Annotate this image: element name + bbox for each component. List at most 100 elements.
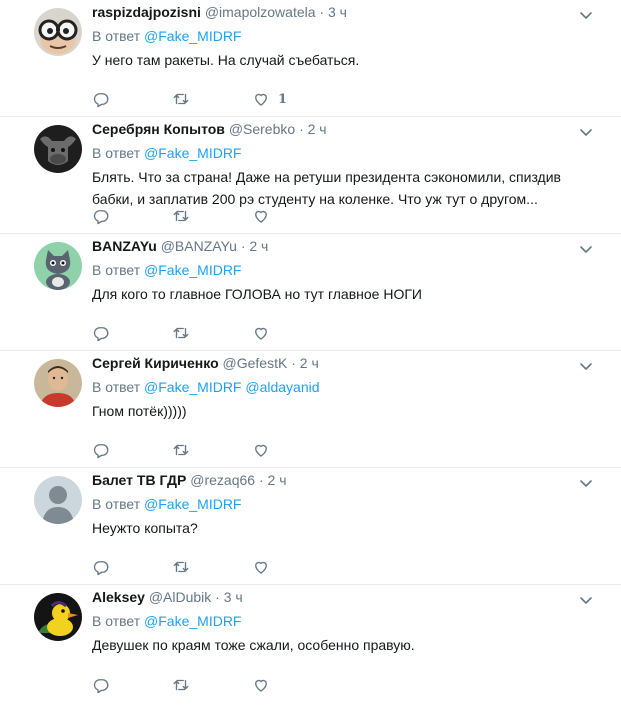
timestamp[interactable]: 2 ч [308,121,327,137]
mention-link[interactable]: @Fake_MIDRF [144,145,241,161]
reply-button[interactable] [92,90,172,108]
reply-icon [92,207,110,225]
default-avatar[interactable] [34,476,82,524]
reply-button[interactable] [92,558,172,576]
separator-dot: · [291,355,296,371]
tweet-actions [92,558,332,576]
like-button[interactable] [252,441,332,459]
user-handle[interactable]: @GefestK [223,355,288,371]
like-button[interactable] [252,676,332,694]
display-name[interactable]: Aleksey [92,589,145,605]
tweet[interactable]: Балет ТВ ГДР @rezaq66 · 2 ч В ответ @Fak… [0,468,621,585]
tweet-actions [92,207,332,225]
reply-prefix: В ответ [92,496,141,512]
timestamp[interactable]: 3 ч [224,589,243,605]
reply-prefix: В ответ [92,145,141,161]
man-avatar[interactable] [34,359,82,407]
tweet[interactable]: Серебрян Копытов @Serebko · 2 ч В ответ … [0,117,621,234]
heart-icon [252,207,270,225]
reply-icon [92,676,110,694]
cat-avatar[interactable] [34,242,82,290]
duck-avatar[interactable] [34,593,82,641]
display-name[interactable]: Сергей Кириченко [92,355,219,371]
display-name[interactable]: Серебрян Копытов [92,121,225,137]
tweet-text: Блять. Что за страна! Даже на ретуши пре… [92,169,561,207]
tweet-text: Девушек по краям тоже сжали, особенно пр… [92,637,415,653]
like-button[interactable]: 1 [252,90,332,108]
tweet-content: Aleksey @AlDubik · 3 ч В ответ @Fake_MID… [92,588,581,656]
reply-feed: raspizdajpozisni @imapolzowatela · 3 ч В… [0,0,621,702]
retweet-icon [172,441,190,459]
retweet-icon [172,207,190,225]
display-name[interactable]: Балет ТВ ГДР [92,472,186,488]
tweet[interactable]: raspizdajpozisni @imapolzowatela · 3 ч В… [0,0,621,117]
user-handle[interactable]: @Serebko [229,121,295,137]
reply-icon [92,441,110,459]
separator-dot: · [258,472,264,488]
tweet[interactable]: Сергей Кириченко @GefestK · 2 ч В ответ … [0,351,621,468]
heart-icon [252,90,270,108]
timestamp[interactable]: 3 ч [328,4,347,20]
reply-button[interactable] [92,676,172,694]
user-handle[interactable]: @imapolzowatela [205,4,316,20]
retweet-button[interactable] [172,324,252,342]
reply-button[interactable] [92,441,172,459]
retweet-button[interactable] [172,207,252,225]
heart-icon [252,324,270,342]
glasses-avatar[interactable] [34,8,82,56]
retweet-button[interactable] [172,441,252,459]
chevron-down-icon[interactable] [579,476,593,490]
reply-context: В ответ @Fake_MIDRF [92,495,581,513]
mention-link[interactable]: @Fake_MIDRF [144,262,241,278]
like-button[interactable] [252,207,332,225]
tweet-actions [92,676,332,694]
tweet-content: raspizdajpozisni @imapolzowatela · 3 ч В… [92,3,581,71]
like-button[interactable] [252,558,332,576]
heart-icon [252,676,270,694]
timestamp[interactable]: 2 ч [249,238,268,254]
tweet-header: Сергей Кириченко @GefestK · 2 ч [92,354,581,372]
retweet-icon [172,676,190,694]
heart-icon [252,441,270,459]
chevron-down-icon[interactable] [579,242,593,256]
tweet-actions: 1 [92,90,332,108]
tweet-header: Aleksey @AlDubik · 3 ч [92,588,581,606]
separator-dot: · [319,4,325,20]
reply-prefix: В ответ [92,262,141,278]
reply-prefix: В ответ [92,613,141,629]
bull-avatar[interactable] [34,125,82,173]
mention-link[interactable]: @aldayanid [245,379,319,395]
mention-link[interactable]: @Fake_MIDRF [144,379,241,395]
mention-link[interactable]: @Fake_MIDRF [144,613,241,629]
tweet-actions [92,324,332,342]
tweet-header: raspizdajpozisni @imapolzowatela · 3 ч [92,3,581,21]
tweet[interactable]: Aleksey @AlDubik · 3 ч В ответ @Fake_MID… [0,585,621,702]
chevron-down-icon[interactable] [579,125,593,139]
user-handle[interactable]: @rezaq66 [190,472,255,488]
tweet[interactable]: BANZAYu @BANZAYu · 2 ч В ответ @Fake_MID… [0,234,621,351]
mention-link[interactable]: @Fake_MIDRF [144,496,241,512]
reply-button[interactable] [92,324,172,342]
display-name[interactable]: raspizdajpozisni [92,4,201,20]
separator-dot: · [240,238,246,254]
chevron-down-icon[interactable] [579,8,593,22]
reply-icon [92,324,110,342]
retweet-button[interactable] [172,558,252,576]
user-handle[interactable]: @AlDubik [149,589,211,605]
retweet-button[interactable] [172,676,252,694]
like-button[interactable] [252,324,332,342]
tweet-text: Гном потёк))))) [92,403,187,419]
mention-link[interactable]: @Fake_MIDRF [144,28,241,44]
tweet-content: Серебрян Копытов @Serebko · 2 ч В ответ … [92,120,581,210]
display-name[interactable]: BANZAYu [92,238,157,254]
chevron-down-icon[interactable] [579,593,593,607]
tweet-header: BANZAYu @BANZAYu · 2 ч [92,237,581,255]
retweet-button[interactable] [172,90,252,108]
timestamp[interactable]: 2 ч [268,472,287,488]
user-handle[interactable]: @BANZAYu [161,238,237,254]
timestamp[interactable]: 2 ч [300,355,319,371]
tweet-text: У него там ракеты. На случай съебаться. [92,52,360,68]
tweet-content: Балет ТВ ГДР @rezaq66 · 2 ч В ответ @Fak… [92,471,581,539]
chevron-down-icon[interactable] [579,359,593,373]
reply-button[interactable] [92,207,172,225]
